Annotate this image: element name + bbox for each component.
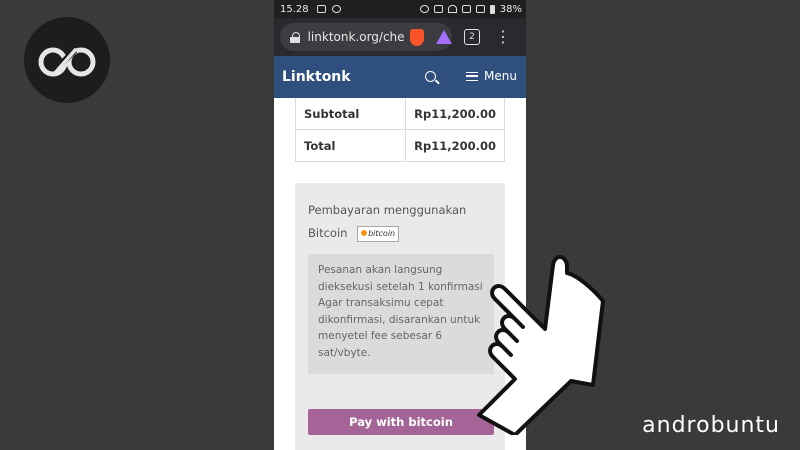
menu-button[interactable]: Menu — [466, 69, 517, 83]
order-totals-table: Subtotal Rp11,200.00 Total Rp11,200.00 — [294, 98, 505, 162]
status-bar: 15.28 38% — [274, 0, 526, 18]
table-row: Total Rp11,200.00 — [294, 129, 505, 162]
battery-percent: 38% — [499, 3, 522, 15]
search-icon[interactable] — [425, 71, 436, 82]
address-bar[interactable]: linktonk.org/che — [280, 23, 452, 51]
url-text: linktonk.org/che — [307, 30, 404, 44]
subtotal-value: Rp11,200.00 — [405, 98, 505, 130]
site-title[interactable]: Linktonk — [282, 69, 351, 85]
payment-label-line1: Pembayaran menggunakan — [308, 203, 467, 217]
total-label: Total — [294, 129, 407, 162]
payment-method-label[interactable]: Pembayaran menggunakan Bitcoin bitcoin — [308, 199, 488, 245]
alarm-icon — [419, 5, 429, 13]
subtotal-label: Subtotal — [294, 98, 407, 130]
menu-label: Menu — [484, 69, 517, 83]
app-notification-icon — [331, 5, 341, 13]
signal-icon — [461, 5, 471, 13]
browser-toolbar: linktonk.org/che 2 ⋮ — [274, 18, 526, 56]
infinity-logo-icon — [38, 47, 96, 77]
site-header: Linktonk Menu — [274, 56, 526, 98]
mail-icon — [316, 5, 326, 13]
wifi-icon — [447, 5, 457, 13]
bitcoin-logo-badge: bitcoin — [357, 225, 400, 242]
status-time: 15.28 — [280, 3, 309, 15]
hand-pointer-icon — [477, 255, 605, 435]
vibrate-icon — [433, 5, 443, 13]
payment-label-line2: Bitcoin — [308, 226, 348, 240]
lock-icon — [290, 31, 300, 43]
signal-2-icon — [475, 5, 485, 13]
tab-switcher-button[interactable]: 2 — [464, 29, 480, 45]
total-value: Rp11,200.00 — [405, 129, 505, 162]
bitcoin-coin-icon — [361, 229, 368, 236]
battery-icon — [489, 4, 495, 14]
channel-logo — [24, 17, 110, 103]
brave-rewards-icon[interactable] — [436, 30, 452, 44]
more-options-icon[interactable]: ⋮ — [495, 29, 511, 45]
brave-shield-icon[interactable] — [409, 28, 424, 46]
brand-watermark: androbuntu — [642, 413, 780, 438]
hamburger-icon — [466, 71, 478, 81]
table-row: Subtotal Rp11,200.00 — [294, 98, 505, 130]
bitcoin-badge-text: bitcoin — [368, 228, 396, 238]
